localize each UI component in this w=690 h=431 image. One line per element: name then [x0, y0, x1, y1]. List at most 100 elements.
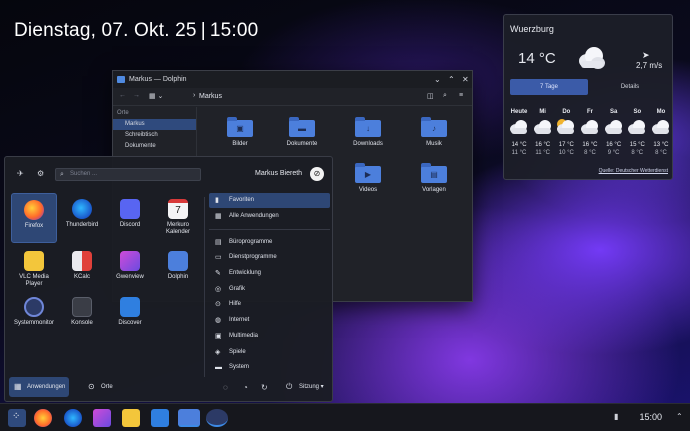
forecast-low: 11 °C — [535, 150, 550, 156]
category-label: Grafik — [229, 285, 246, 292]
taskbar-firefox-icon[interactable] — [34, 409, 52, 427]
maximize-icon[interactable]: ⌃ — [448, 71, 455, 88]
templates-folder-icon: ▤ — [421, 163, 447, 183]
menu-icon[interactable]: ≡ — [459, 92, 463, 99]
pin-icon[interactable]: ✈ — [17, 169, 24, 178]
forward-icon[interactable]: → — [133, 92, 140, 99]
minimize-icon[interactable]: ⌄ — [434, 71, 441, 88]
category-hilfe[interactable]: ⊙ Hilfe — [209, 297, 330, 312]
place-item-schreibtisch[interactable]: Schreibtisch — [113, 130, 196, 141]
app-label: Merkuro Kalender — [165, 222, 191, 235]
cloud-icon — [651, 120, 669, 134]
taskbar-systemsettings-icon[interactable] — [206, 409, 228, 427]
folder-item-videos[interactable]: ▶ Videos — [343, 163, 393, 193]
forecast-day-name: Do — [562, 109, 571, 115]
app-systemmonitor[interactable]: Systemmonitor — [11, 291, 57, 341]
category-dienstprogramme[interactable]: ▭ Dienstprogramme — [209, 250, 330, 265]
forecast-high: 16 °C — [606, 142, 622, 148]
thunderbird-icon — [72, 199, 92, 219]
category-grafik[interactable]: ◎ Grafik — [209, 282, 330, 297]
app-vlc[interactable]: VLC Media Player — [11, 245, 57, 295]
search-icon[interactable]: ⌕ — [443, 92, 447, 100]
app-merkuro-kalender[interactable]: 7 Merkuro Kalender — [155, 193, 201, 243]
app-konsole[interactable]: Konsole — [59, 291, 105, 341]
category-label: Favoriten — [229, 197, 255, 203]
category-favoriten[interactable]: ▮ Favoriten — [209, 193, 330, 208]
taskbar-clock[interactable]: 15:00 — [639, 412, 662, 422]
place-item-markus[interactable]: Markus — [113, 119, 196, 130]
office-icon: ▤ — [215, 238, 222, 246]
tab-anwendungen[interactable]: ▦ Anwendungen — [9, 377, 69, 397]
category-bueroprogramme[interactable]: ▤ Büroprogramme — [209, 235, 330, 250]
tab-details[interactable]: Details — [591, 79, 669, 95]
chevron-up-icon[interactable]: ⌃ — [676, 412, 683, 421]
view-mode-icon[interactable]: ▦ ⌄ — [149, 92, 163, 100]
tab-label: Orte — [101, 384, 113, 390]
user-name[interactable]: Markus Biereth — [255, 170, 302, 177]
breadcrumb[interactable]: Markus — [199, 93, 222, 100]
app-label: Discover — [118, 320, 142, 326]
app-thunderbird[interactable]: Thunderbird — [59, 193, 105, 243]
restart-icon[interactable]: ↻ — [261, 383, 268, 392]
globe-icon: ◍ — [215, 317, 222, 325]
folder-item-dokumente[interactable]: ▬ Dokumente — [277, 117, 327, 147]
weather-widget[interactable]: Wuerzburg 14 °C ➤ 2,7 m/s 7 Tage Details… — [503, 14, 673, 180]
app-firefox[interactable]: Firefox — [11, 193, 57, 243]
category-internet[interactable]: ◍ Internet — [209, 313, 330, 328]
app-gwenview[interactable]: Gwenview — [107, 245, 153, 295]
app-discord[interactable]: Discord — [107, 193, 153, 243]
close-icon[interactable]: ✕ — [462, 71, 469, 88]
dolphin-toolbar: ← → ▦ ⌄ › Markus ◫ ⌕ ≡ — [113, 88, 472, 106]
search-input[interactable]: ⌕ Suchen ... — [55, 168, 201, 181]
tab-7-days[interactable]: 7 Tage — [510, 79, 588, 95]
category-list: ▮ Favoriten ▦ Alle Anwendungen ▤ Büroprogra… — [209, 193, 330, 376]
taskbar-discover-icon[interactable] — [151, 409, 169, 427]
utilities-icon: ▭ — [215, 254, 222, 262]
app-dolphin[interactable]: Dolphin — [155, 245, 201, 295]
forecast-high: 17 °C — [558, 142, 574, 148]
taskbar-dolphin-icon[interactable] — [178, 409, 200, 427]
launcher-button[interactable]: ⁘ — [8, 409, 26, 427]
launcher-footer: ▦ Anwendungen ⊙ Orte ◌ ◔ ↻ ⏻ Sitzung ▾ — [5, 373, 332, 401]
forecast-day: Mi 16 °C 11 °C — [532, 108, 554, 157]
weather-source-link[interactable]: Quelle: Deutscher Wetterdienst — [599, 168, 668, 174]
category-entwicklung[interactable]: ✎ Entwicklung — [209, 266, 330, 281]
back-icon[interactable]: ← — [119, 92, 126, 99]
category-label: System — [229, 364, 250, 371]
gear-icon[interactable]: ⚙ — [37, 169, 44, 178]
taskbar-thunderbird-icon[interactable] — [64, 409, 82, 427]
graphics-icon: ◎ — [215, 285, 222, 293]
place-item-dokumente[interactable]: Dokumente — [113, 141, 196, 152]
app-discover[interactable]: Discover — [107, 291, 153, 341]
weather-wind: ➤ 2,7 m/s — [636, 50, 662, 70]
folder-item-downloads[interactable]: ↓ Downloads — [343, 117, 393, 147]
taskbar-vlc-icon[interactable] — [122, 409, 140, 427]
forecast-day-name: Heute — [510, 109, 528, 115]
desktop-date: Dienstag, 07. Okt. 25 — [14, 20, 197, 41]
folder-item-vorlagen[interactable]: ▤ Vorlagen — [409, 163, 459, 193]
category-alle-anwendungen[interactable]: ▦ Alle Anwendungen — [209, 209, 330, 224]
sleep-icon[interactable]: ◔ — [243, 383, 248, 392]
category-multimedia[interactable]: ▣ Multimedia — [209, 329, 330, 344]
folder-item-bilder[interactable]: ▣ Bilder — [215, 117, 265, 147]
tab-orte[interactable]: ⊙ Orte — [83, 377, 123, 397]
lock-icon[interactable]: ◌ — [223, 383, 228, 392]
session-button[interactable]: ⏻ Sitzung ▾ — [281, 377, 329, 397]
tab-label: Anwendungen — [27, 384, 66, 390]
avatar[interactable]: ⊘ — [310, 167, 324, 181]
taskbar-gwenview-icon[interactable] — [93, 409, 111, 427]
forecast-high: 16 °C — [582, 142, 598, 148]
category-label: Spiele — [229, 348, 246, 355]
search-placeholder: Suchen ... — [70, 171, 98, 177]
folder-item-musik[interactable]: ♪ Musik — [409, 117, 459, 147]
application-launcher[interactable]: ✈ ⚙ ⌕ Suchen ... Markus Biereth ⊘ Firefo… — [4, 156, 333, 402]
cloud-icon — [510, 120, 527, 134]
forecast-day: Do 17 °C 10 °C — [555, 108, 577, 157]
split-view-icon[interactable]: ◫ — [427, 92, 434, 100]
forecast-day: Heute 14 °C 11 °C — [508, 108, 530, 157]
app-kcalc[interactable]: KCalc — [59, 245, 105, 295]
window-titlebar[interactable]: Markus — Dolphin ⌄ ⌃ ✕ — [113, 71, 472, 88]
category-label: Dienstprogramme — [229, 254, 277, 261]
category-spiele[interactable]: ◈ Spiele — [209, 345, 330, 360]
battery-icon[interactable]: ▮ — [614, 412, 618, 421]
